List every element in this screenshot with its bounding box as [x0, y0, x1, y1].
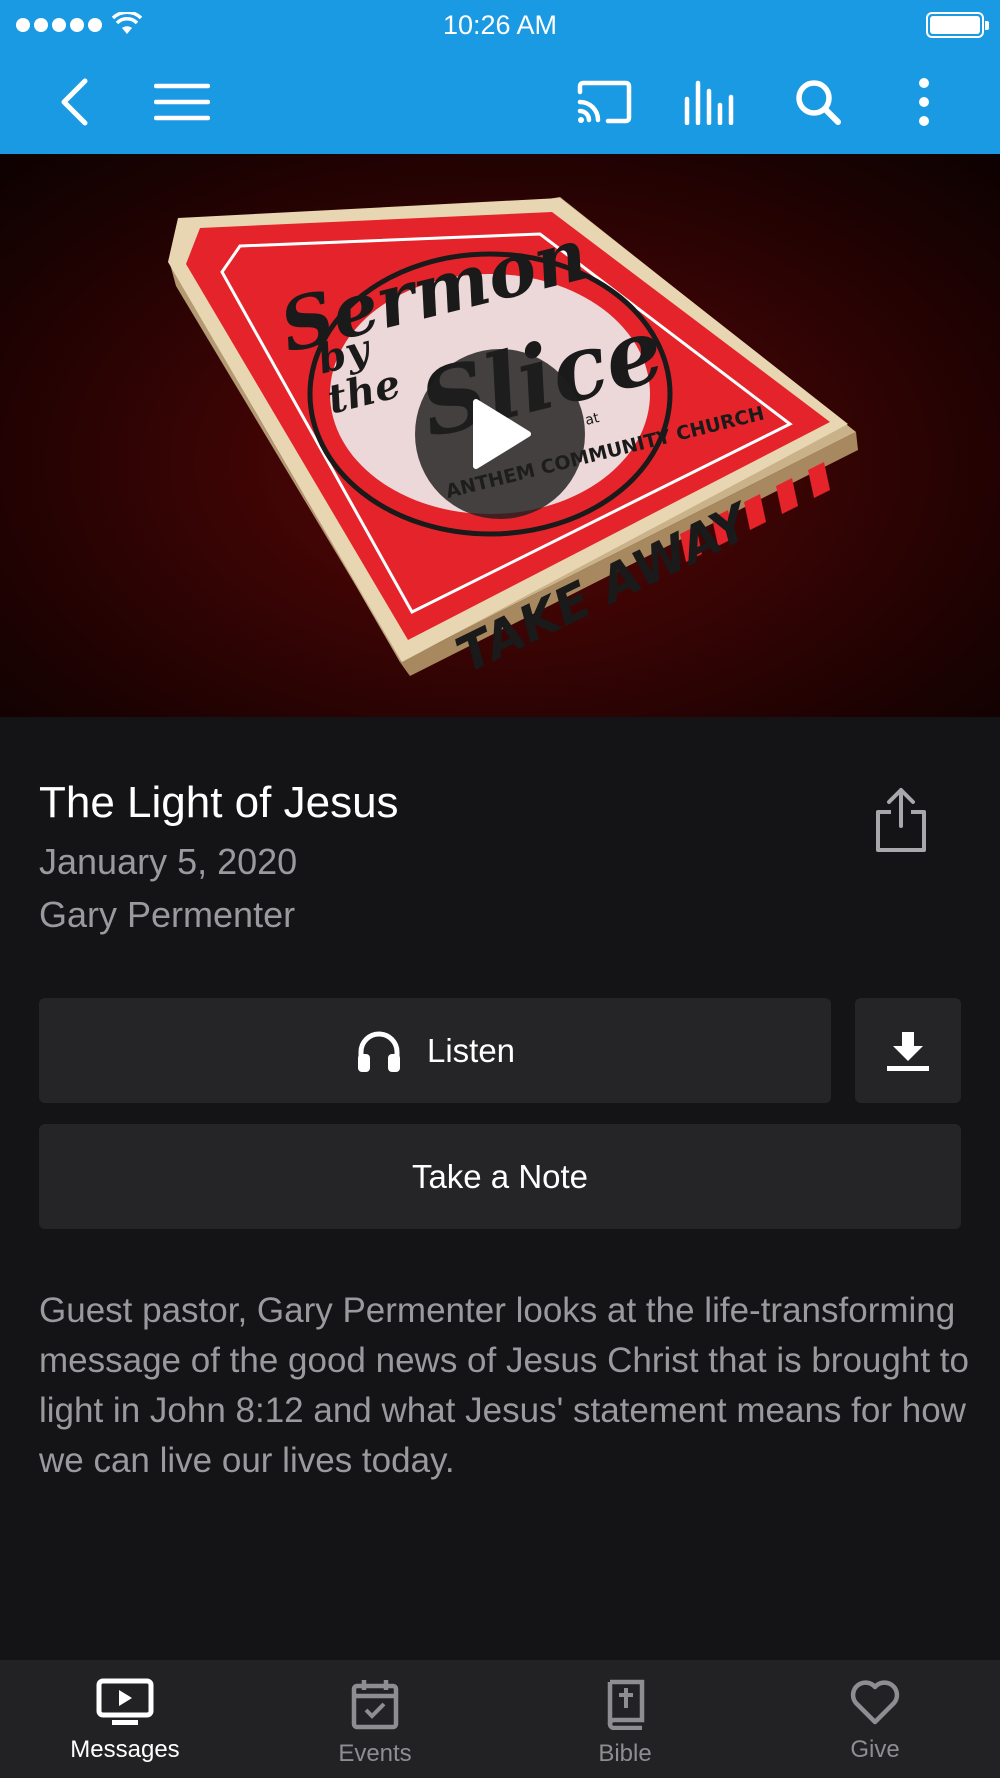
more-options-button[interactable]	[892, 70, 956, 134]
tab-give-label: Give	[850, 1736, 900, 1763]
sermon-artwork: Sermon by the Slice at ANTHEM COMMUNITY …	[0, 154, 1000, 717]
calendar-check-icon	[351, 1680, 399, 1730]
battery-icon	[926, 12, 989, 38]
tab-messages[interactable]: Messages	[0, 1660, 250, 1778]
download-icon	[887, 1031, 929, 1071]
audio-levels-button[interactable]	[679, 70, 743, 134]
download-button[interactable]	[855, 998, 961, 1103]
tab-bible-label: Bible	[598, 1740, 652, 1767]
status-time: 10:26 AM	[442, 10, 558, 40]
sermon-title: The Light of Jesus	[39, 778, 399, 827]
cast-button[interactable]	[572, 70, 636, 134]
take-a-note-label: Take a Note	[411, 1157, 589, 1195]
listen-button[interactable]: Listen	[39, 998, 831, 1103]
search-button[interactable]	[786, 70, 850, 134]
play-video-button[interactable]	[415, 349, 585, 519]
top-bar: 10:26 AM	[0, 0, 1000, 154]
tab-give[interactable]: Give	[750, 1660, 1000, 1778]
play-icon	[473, 399, 531, 469]
tab-bar: Messages Events Bible Give	[0, 1660, 1000, 1778]
tab-events[interactable]: Events	[250, 1660, 500, 1778]
cast-icon	[577, 80, 632, 124]
status-bar: 10:26 AM	[0, 0, 1000, 50]
headphones-icon	[357, 1031, 400, 1072]
search-icon	[796, 80, 841, 125]
bible-icon	[607, 1679, 645, 1730]
sermon-date: January 5, 2020	[39, 841, 298, 882]
equalizer-icon	[684, 80, 734, 125]
sermon-speaker: Gary Permenter	[39, 894, 296, 935]
heart-icon	[850, 1680, 900, 1725]
listen-label: Listen	[426, 1031, 516, 1069]
share-icon[interactable]	[872, 786, 930, 854]
tab-bible[interactable]: Bible	[500, 1660, 750, 1778]
menu-button[interactable]	[150, 70, 214, 134]
hamburger-icon	[154, 83, 210, 121]
back-button[interactable]	[42, 70, 106, 134]
chevron-left-icon	[61, 78, 88, 126]
sermon-description: Guest pastor, Gary Permenter looks at th…	[39, 1291, 969, 1480]
tv-play-icon	[96, 1678, 154, 1725]
more-vertical-icon	[919, 78, 929, 126]
take-a-note-button[interactable]: Take a Note	[39, 1124, 961, 1229]
tab-events-label: Events	[338, 1740, 412, 1767]
tab-messages-label: Messages	[70, 1736, 180, 1763]
